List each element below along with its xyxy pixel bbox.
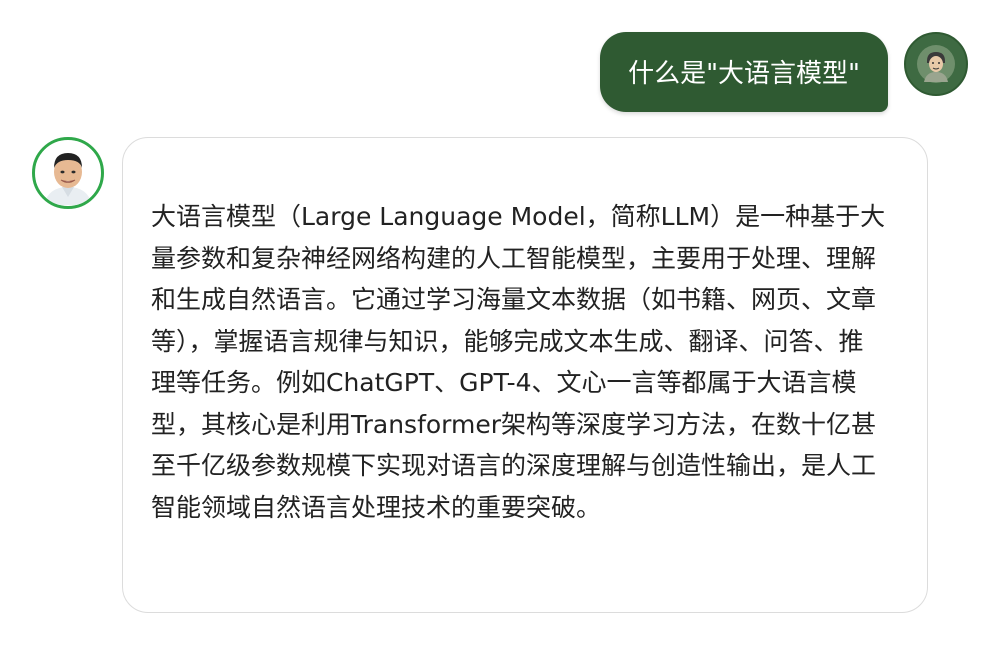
assistant-message-row: 大语言模型（Large Language Model，简称LLM）是一种基于大量…	[32, 137, 928, 613]
user-message-bubble: 什么是"大语言模型"	[600, 32, 888, 112]
assistant-message-text: 大语言模型（Large Language Model，简称LLM）是一种基于大量…	[151, 202, 886, 522]
person-avatar-icon	[917, 45, 955, 83]
user-message-text: 什么是"大语言模型"	[628, 59, 860, 89]
user-message-row: 什么是"大语言模型"	[600, 32, 968, 112]
assistant-avatar	[32, 137, 104, 209]
chat-window: 什么是"大语言模型" 大语言模型（Large Language Model，简称…	[0, 0, 1000, 672]
user-avatar	[904, 32, 968, 96]
assistant-avatar-icon	[36, 141, 100, 205]
assistant-message-bubble: 大语言模型（Large Language Model，简称LLM）是一种基于大量…	[122, 137, 928, 613]
